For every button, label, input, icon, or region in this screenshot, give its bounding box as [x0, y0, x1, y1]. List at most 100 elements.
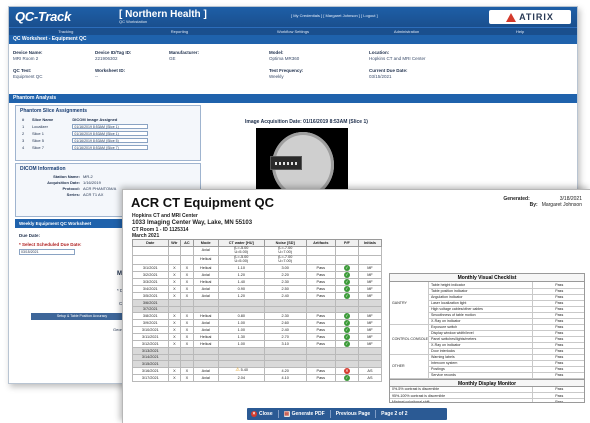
cell-initials: MF: [357, 285, 383, 293]
generate-pdf-button[interactable]: ▤ Generate PDF: [283, 411, 325, 417]
slice-row: 1 Localizer 01/16/2019 8:53AM (Slice 1): [20, 123, 198, 130]
cell-ct-water: 1.10: [217, 264, 265, 272]
cell-noise: 2.40: [263, 292, 307, 300]
slice-dicom-select[interactable]: 01/16/2019 8:53AM (Slice 1): [72, 131, 149, 136]
cell-pass-fail: ✕: [334, 366, 359, 375]
setup-table-position-button[interactable]: Setup & Table Position Accuracy: [31, 313, 133, 320]
nav-workflow-settings[interactable]: Workflow Settings: [236, 28, 350, 35]
cell-noise: 2.60: [263, 319, 307, 327]
cell-initials: MF: [357, 292, 383, 300]
scheduled-due-select[interactable]: 03/15/2021: [19, 249, 75, 255]
cell-pass-fail: [334, 246, 359, 256]
slice-table: # Slice Name DICOM Image Assigned 1 Loca…: [20, 116, 198, 151]
cell-noise: 2.50: [263, 285, 307, 293]
slice-dicom-select[interactable]: 01/16/2019 8:53AM (Slice 1): [72, 124, 149, 129]
close-label: Close: [259, 411, 273, 417]
fail-status-icon: ✕: [343, 367, 350, 374]
log-row: 3/10/2021 X X Axial 1.00 2.40 Pass ✓ MF: [132, 326, 383, 334]
cell-mode: Helical: [192, 333, 219, 341]
cell-initials: AS: [357, 366, 383, 375]
cell-artifacts: Pass: [305, 264, 336, 272]
nav-tracking[interactable]: Tracking: [9, 28, 123, 35]
page-indicator: Page 2 of 2: [381, 411, 408, 417]
user-links[interactable]: [ My Credentials ] [ Margaret Johnson ] …: [291, 13, 378, 18]
pass-status-icon: ✓: [343, 313, 350, 319]
checklist-result: Pass: [531, 372, 584, 379]
close-button[interactable]: × Close: [251, 411, 273, 417]
slice-row: 3 Slice 5 01/16/2019 8:53AM (Slice 5): [20, 137, 198, 144]
monitor-result: Pass: [531, 398, 584, 402]
display-monitor-table: 0%-5% contrast is discernible Pass 95%-100…: [390, 386, 584, 402]
cell-date: 3/5/2021: [132, 292, 169, 300]
nav-reporting[interactable]: Reporting: [123, 28, 237, 35]
log-row: 3/4/2021 X X Axial 0.90 2.50 Pass ✓ MF: [132, 285, 383, 293]
cell-ac: X: [180, 319, 194, 327]
cell-initials: AS: [357, 373, 383, 382]
cell-date: 3/12/2021: [132, 340, 169, 348]
cell-water: X: [167, 326, 182, 334]
report-generated: Generated: 3/18/2021 By: Margaret Johnson: [503, 196, 582, 208]
cell-initials: MF: [357, 333, 383, 341]
cell-noise: 3.10: [263, 340, 307, 348]
current-due-label: Current Due Date:: [369, 68, 408, 73]
cell-noise: (L=-7.00 U=7.00): [263, 255, 307, 265]
cell-water: X: [167, 340, 182, 348]
manufacturer-label: Manufacturer:: [169, 50, 200, 55]
cell-initials: [357, 246, 383, 256]
cell-water: X: [167, 312, 182, 320]
test-frequency-label: Test Frequency:: [269, 68, 304, 73]
cell-ct-water: 1.30: [217, 333, 265, 341]
cell-mode: Helical: [192, 255, 219, 265]
cell-noise: 4.20: [263, 366, 307, 375]
pass-status-icon: ✓: [343, 334, 350, 340]
nav-help[interactable]: Help: [463, 28, 577, 35]
cell-mode: Axial: [192, 271, 219, 279]
visual-checklist-title: Monthly Visual Checklist: [390, 274, 584, 282]
cell-mode: Helical: [192, 340, 219, 348]
cell-artifacts: Pass: [305, 312, 336, 320]
slice-dicom-cell: 01/16/2019 8:53AM (Slice 7): [70, 144, 198, 151]
slice-row: 2 Slice 1 01/16/2019 8:53AM (Slice 1): [20, 130, 198, 137]
cell-mode: Helical: [192, 278, 219, 286]
cell-water: X: [167, 366, 182, 375]
slice-dicom-select[interactable]: 01/16/2019 8:53AM (Slice 5): [72, 138, 149, 143]
cell-ac: X: [180, 292, 194, 300]
display-monitor-title: Monthly Display Monitor: [390, 378, 584, 387]
test-frequency-value: Weekly: [269, 74, 284, 79]
report-toolbar: × Close ▤ Generate PDF Previous Page Page …: [247, 408, 447, 420]
slice-col-num: #: [22, 117, 25, 122]
pass-status-icon: ✓: [343, 286, 350, 292]
cell-ct-water: 1.40: [217, 278, 265, 286]
screenshot-stage: QC-Track [ Northern Health ] QC Workstat…: [0, 0, 590, 423]
cell-date: 3/8/2021: [132, 312, 169, 320]
previous-page-button[interactable]: Previous Page: [336, 411, 370, 417]
cell-water: [167, 246, 182, 256]
qc-test-value: Equipment QC: [13, 74, 43, 79]
slice-dicom-select[interactable]: 01/16/2019 8:53AM (Slice 7): [72, 145, 149, 150]
cell-noise: 3.00: [263, 264, 307, 272]
cell-ac: [180, 255, 194, 265]
qc-report-window: ACR CT Equipment QC Hopkins CT and MRI C…: [122, 189, 590, 423]
cell-water: [167, 255, 182, 265]
worksheet-id-value: --: [95, 74, 98, 79]
organization-subtitle: QC Workstation: [119, 19, 148, 24]
log-row: 3/8/2021 X X Helical 0.80 2.30 Pass ✓ MF: [132, 312, 383, 320]
cell-artifacts: Pass: [305, 373, 336, 382]
ct-value: 5.40: [240, 368, 248, 372]
cell-pass-fail: ✓: [334, 319, 359, 327]
slice-row: 4 Slice 7 01/16/2019 8:53AM (Slice 7): [20, 144, 198, 151]
log-row: 3/12/2021 X X Helical 1.00 3.10 Pass ✓ MF: [132, 340, 383, 348]
cell-artifacts: Pass: [305, 278, 336, 286]
cell-date: 3/10/2021: [132, 326, 169, 334]
cell-ac: [180, 246, 194, 256]
log-row: 3/5/2021 X X Axial 1.20 2.40 Pass ✓ MF: [132, 292, 383, 300]
nav-administration[interactable]: Administration: [350, 28, 464, 35]
cell-initials: MF: [357, 278, 383, 286]
phantom-insert: [270, 156, 302, 170]
model-value: Optima MR360: [269, 56, 300, 61]
cell-pass-fail: [334, 255, 359, 265]
slice-col-name: Slice Name: [31, 117, 54, 122]
cell-pass-fail: ✓: [334, 285, 359, 293]
cell-date: 3/17/2021: [132, 373, 169, 382]
cell-initials: [357, 255, 383, 265]
